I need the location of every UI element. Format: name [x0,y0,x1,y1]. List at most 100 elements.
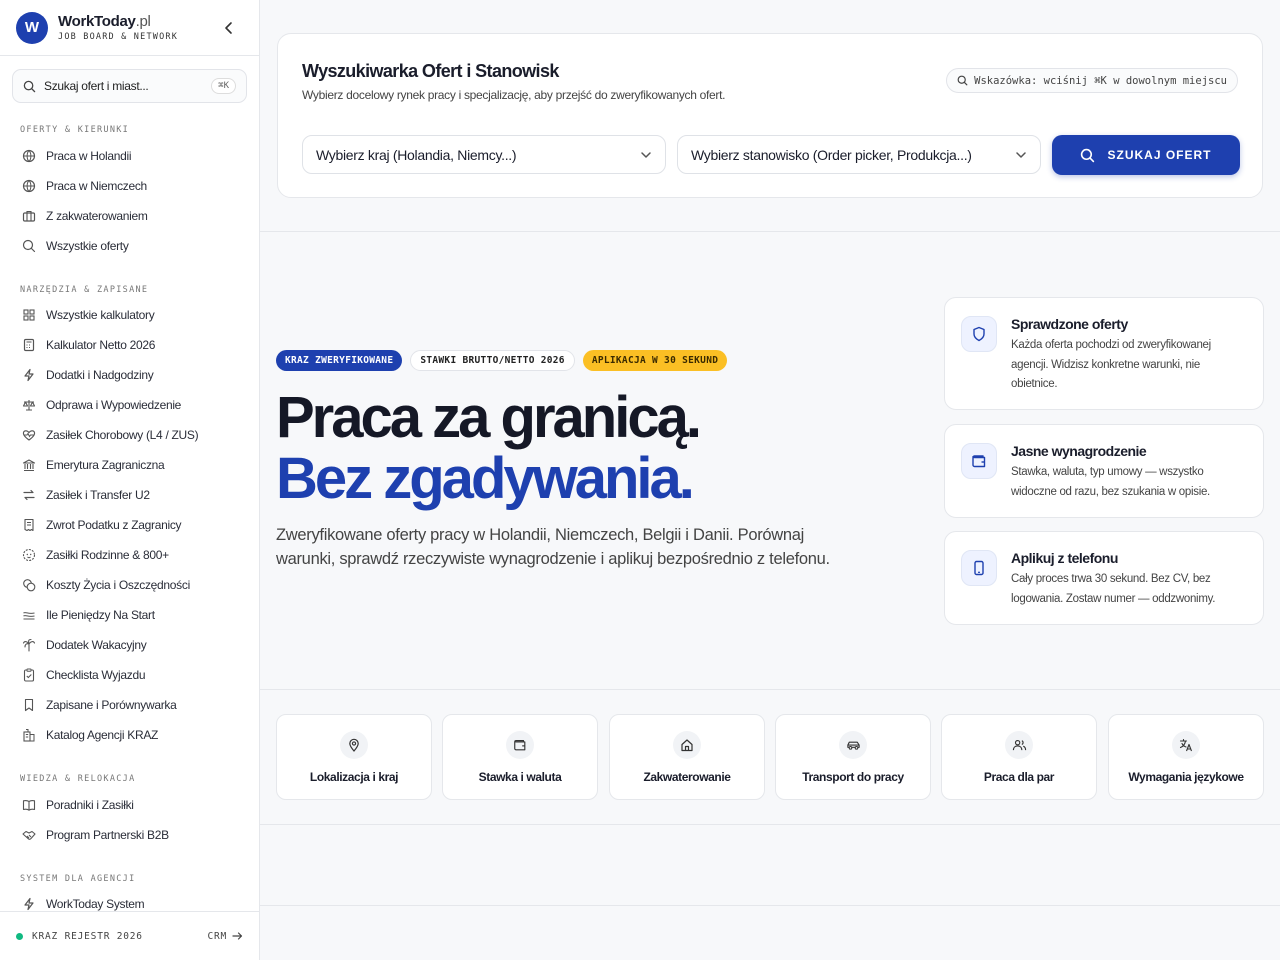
brand-header: W WorkToday.pl JOB BOARD & NETWORK [0,0,259,56]
sidebar-item-guides[interactable]: Poradniki i Zasiłki [12,790,248,820]
sidebar-item-u2-transfer[interactable]: Zasiłek i Transfer U2 [12,480,248,510]
tile-label: Zakwaterowanie [643,770,731,784]
sidebar-item-pension[interactable]: Emerytura Zagraniczna [12,450,248,480]
sidebar-item-net-calculator[interactable]: Kalkulator Netto 2026 [12,330,248,360]
feature-card-verified: Sprawdzone oferty Każda oferta pochodzi … [944,297,1264,410]
filter-tile-couples[interactable]: Praca dla par [941,714,1097,800]
section-divider [260,905,1280,906]
search-placeholder: Szukaj ofert i miast... [44,79,149,93]
search-card-title: Wyszukiwarka Ofert i Stanowisk [302,61,559,81]
bolt-icon [24,897,34,911]
sidebar-item-startup-money[interactable]: Ile Pieniędzy Na Start [12,600,248,630]
sidebar-item-label: Wszystkie kalkulatory [46,308,155,322]
filter-tile-location[interactable]: Lokalizacja i kraj [276,714,432,800]
bookmark-icon [24,698,34,712]
sidebar-item-kraz-catalog[interactable]: Katalog Agencji KRAZ [12,720,248,750]
position-select[interactable]: Wybierz stanowisko (Order picker, Produk… [677,135,1041,174]
section-title-knowledge: WIEDZA & RELOKACJA [20,774,136,784]
sidebar-item-label: Zasiłek Chorobowy (L4 / ZUS) [46,428,199,442]
sidebar-item-partner-program[interactable]: Program Partnerski B2B [12,820,248,850]
tile-label: Wymagania językowe [1128,770,1244,784]
brand-logo[interactable]: W [16,11,48,44]
tile-icon-wrap [340,731,368,759]
sidebar-item-label: Wszystkie oferty [46,239,129,253]
sidebar-item-label: Emerytura Zagraniczna [46,458,165,472]
wallet-icon [514,740,526,751]
search-offers-button-label: SZUKAJ OFERT [1107,148,1212,162]
sidebar-item-sick-leave[interactable]: Zasiłek Chorobowy (L4 / ZUS) [12,420,248,450]
sidebar-item-departure-checklist[interactable]: Checklista Wyjazdu [12,660,248,690]
feature-icon-wrap [961,443,997,479]
sidebar-search-input[interactable]: Szukaj ofert i miast... ⌘K [12,69,247,103]
badge-gross-net-rates: STAWKI BRUTTO/NETTO 2026 [410,350,575,371]
shield-icon [973,326,985,342]
collapse-sidebar-button[interactable] [223,20,235,36]
hero-title-line2: Bez zgadywania. [276,446,695,511]
filter-tile-transport[interactable]: Transport do pracy [775,714,931,800]
crm-link-label: CRM [207,930,227,942]
section-title-tools: NARZĘDZIA & ZAPISANE [20,285,149,295]
filter-tile-language[interactable]: Wymagania językowe [1108,714,1264,800]
tile-icon-wrap [506,731,534,759]
section-title-system: SYSTEM DLA AGENCJI [20,874,136,884]
hero-lead: Zweryfikowane oferty pracy w Holandii, N… [276,526,830,568]
sidebar-item-family-benefits[interactable]: Zasiłki Rodzinne & 800+ [12,540,248,570]
coins-icon [23,579,36,592]
tile-icon-wrap [839,731,867,759]
users-icon [1012,739,1026,751]
sidebar-item-label: Ile Pieniędzy Na Start [46,608,155,622]
sidebar-item-netherlands[interactable]: Praca w Holandii [12,141,248,171]
hero-badges: KRAZ ZWERYFIKOWANE STAWKI BRUTTO/NETTO 2… [276,350,728,371]
book-icon [22,799,36,811]
feature-card-mobile-apply: Aplikuj z telefonu Cały proces trwa 30 s… [944,531,1264,625]
sidebar: W WorkToday.pl JOB BOARD & NETWORK Szuka… [0,0,260,960]
sidebar-item-label: Koszty Życia i Oszczędności [46,578,190,592]
tile-icon-wrap [673,731,701,759]
sidebar-item-severance[interactable]: Odprawa i Wypowiedzenie [12,390,248,420]
status-dot [16,932,23,940]
filter-tile-rate[interactable]: Stawka i waluta [442,714,598,800]
feature-description: Każda oferta pochodzi od zweryfikowanej … [1011,339,1211,390]
sidebar-item-label: Zwrot Podatku z Zagranicy [46,518,182,532]
filter-tile-accommodation[interactable]: Zakwaterowanie [609,714,765,800]
sidebar-item-bonuses-overtime[interactable]: Dodatki i Nadgodziny [12,360,248,390]
keyboard-hint-text: Wskazówka: wciśnij ⌘K w dowolnym miejscu [974,74,1227,87]
country-select[interactable]: Wybierz kraj (Holandia, Niemcy...) [302,135,666,174]
sidebar-item-saved-compare[interactable]: Zapisane i Porównywarka [12,690,248,720]
search-offers-button[interactable]: SZUKAJ OFERT [1052,135,1240,175]
tile-label: Praca dla par [983,770,1055,784]
car-icon [846,741,860,750]
sidebar-item-germany[interactable]: Praca w Niemczech [12,171,248,201]
baby-icon [22,548,36,562]
keyboard-hint: Wskazówka: wciśnij ⌘K w dowolnym miejscu [946,68,1238,93]
sidebar-item-all-calculators[interactable]: Wszystkie kalkulatory [12,300,248,330]
sidebar-item-tax-refund[interactable]: Zwrot Podatku z Zagranicy [12,510,248,540]
chevron-left-icon [225,22,232,34]
sidebar-item-cost-of-living[interactable]: Koszty Życia i Oszczędności [12,570,248,600]
feature-title: Jasne wynagrodzenie [1011,443,1147,459]
sidebar-item-label: Kalkulator Netto 2026 [46,338,156,352]
bolt-icon [24,368,34,382]
sidebar-item-label: Dodatek Wakacyjny [46,638,147,652]
sidebar-item-label: Praca w Niemczech [46,179,147,193]
brand-name[interactable]: WorkToday.pl [58,13,178,30]
feature-description: Stawka, waluta, typ umowy — wszystko wid… [1011,466,1210,498]
sidebar-item-label: Zapisane i Porównywarka [46,698,177,712]
position-select-value: Wybierz stanowisko (Order picker, Produk… [691,146,972,163]
sidebar-item-all-offers[interactable]: Wszystkie oferty [12,231,248,261]
scale-icon [22,400,36,411]
search-icon [22,239,36,253]
grid-icon [23,309,35,321]
feature-card-salary: Jasne wynagrodzenie Stawka, waluta, typ … [944,424,1264,518]
chevron-down-icon [1016,151,1026,158]
search-shortcut-badge: ⌘K [211,78,236,94]
sidebar-item-holiday-allowance[interactable]: Dodatek Wakacyjny [12,630,248,660]
crm-link[interactable]: CRM [207,931,243,942]
sidebar-item-accommodation[interactable]: Z zakwaterowaniem [12,201,248,231]
translate-icon [1179,738,1193,752]
phone-icon [974,560,984,576]
sidebar-item-label: Z zakwaterowaniem [46,209,148,223]
sidebar-item-label: Checklista Wyjazdu [46,668,146,682]
chevron-down-icon [641,151,651,158]
sidebar-item-label: Dodatki i Nadgodziny [46,368,154,382]
